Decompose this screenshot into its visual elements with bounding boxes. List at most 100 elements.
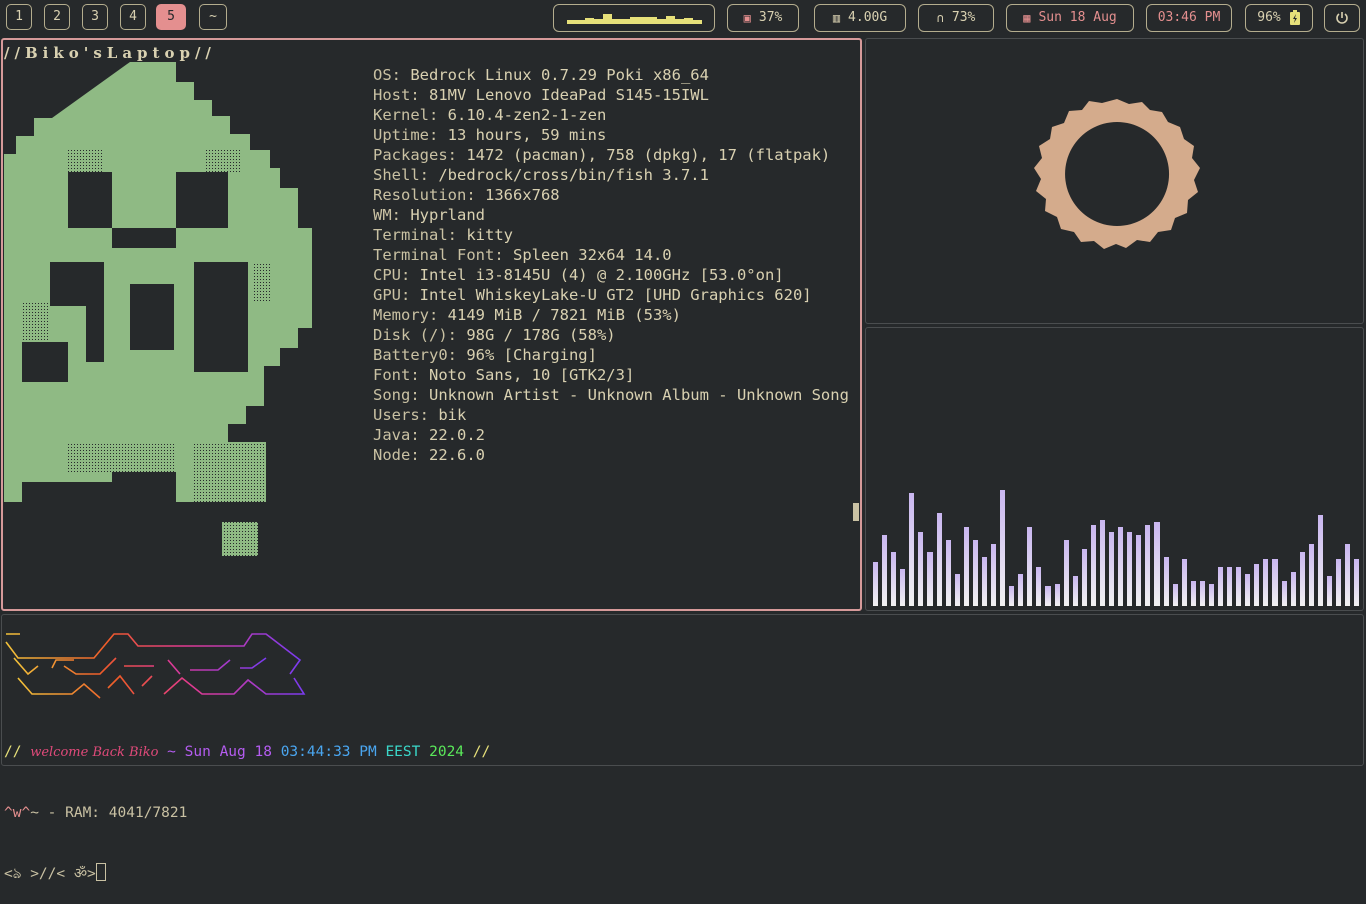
spectrum-bar <box>1308 544 1314 606</box>
spectrum-bar <box>1009 586 1015 606</box>
spectrum-bar <box>1072 576 1078 606</box>
spectrum-bar <box>918 532 924 606</box>
calendar-icon: ▦ <box>1023 11 1031 25</box>
spectrum-bar <box>1299 552 1305 606</box>
workspace-3-button[interactable]: 3 <box>82 4 108 30</box>
workspace-1-button[interactable]: 1 <box>6 4 32 30</box>
spectrum-bar <box>1090 525 1096 606</box>
spectrum-bars <box>873 360 1360 606</box>
scroll-indicator[interactable] <box>853 503 859 521</box>
spectrum-bar <box>1272 559 1278 606</box>
info-row-packages: Packages: 1472 (pacman), 758 (dpkg), 17 … <box>373 146 831 164</box>
info-row-song: Song: Unknown Artist - Unknown Album - U… <box>373 386 849 404</box>
spectrum-bar <box>1335 559 1342 606</box>
spectrum-bar <box>1245 574 1251 606</box>
info-row-wm: WM: Hyprland <box>373 206 485 224</box>
spectrum-bar <box>1281 581 1287 606</box>
circular-visualizer <box>1034 99 1200 249</box>
spectrum-bar <box>1018 574 1024 606</box>
info-row-uptime: Uptime: 13 hours, 59 mins <box>373 126 607 144</box>
memory-value: 4.00G <box>848 10 888 25</box>
spectrum-bar <box>1063 540 1069 606</box>
info-row-gpu: GPU: Intel WhiskeyLake-U GT2 [UHD Graphi… <box>373 286 812 304</box>
info-row-kernel: Kernel: 6.10.4-zen2-1-zen <box>373 106 607 124</box>
spectrum-bar <box>1254 564 1260 606</box>
spectrum-bar <box>963 527 969 606</box>
mini-visualizer <box>566 12 702 24</box>
headphones-icon: ∩ <box>936 11 944 25</box>
cpu-widget[interactable]: ▣ 37% <box>727 4 799 32</box>
greeting-line: // welcome Back Biko ~ Sun Aug 18 03:44:… <box>4 744 491 760</box>
spectrum-bar <box>891 552 897 606</box>
spectrum-bar <box>1263 559 1269 606</box>
spectrum-bar <box>1199 581 1205 606</box>
info-row-memory: Memory: 4149 MiB / 7821 MiB (53%) <box>373 306 681 324</box>
spectrum-bar <box>1290 572 1296 606</box>
spectrum-bar <box>1145 525 1151 606</box>
cpu-value: 37% <box>758 10 783 25</box>
spectrum-bar <box>1172 584 1178 606</box>
spectrum-bar <box>945 540 951 606</box>
ascii-art-logo <box>4 62 328 556</box>
power-button[interactable] <box>1324 4 1360 32</box>
workspace-scratch-button[interactable]: ~ <box>199 4 227 30</box>
clock-value: 03:46 PM <box>1157 10 1221 25</box>
volume-widget[interactable]: ∩ 73% <box>918 4 994 32</box>
spectrum-bar <box>936 513 942 606</box>
audio-visualizer-widget[interactable] <box>553 4 715 32</box>
info-row-terminal-font: Terminal Font: Spleen 32x64 14.0 <box>373 246 672 264</box>
info-row-os: OS: Bedrock Linux 0.7.29 Poki x86_64 <box>373 66 709 84</box>
memory-widget[interactable]: ▥ 4.00G <box>814 4 906 32</box>
spectrum-bar <box>1345 544 1351 606</box>
info-row-font: Font: Noto Sans, 10 [GTK2/3] <box>373 366 635 384</box>
text-cursor <box>95 863 106 881</box>
date-value: Sun 18 Aug <box>1038 10 1117 25</box>
spectrum-bar <box>900 569 906 606</box>
power-icon <box>1336 12 1348 24</box>
spectrum-bar <box>972 540 978 606</box>
spectrum-bar <box>1045 586 1051 606</box>
info-row-host: Host: 81MV Lenovo IdeaPad S145-15IWL <box>373 86 709 104</box>
spectrum-bar <box>1326 576 1332 606</box>
spectrum-bar <box>1000 490 1006 606</box>
spectrum-bar <box>1036 567 1042 606</box>
spectrum-bar <box>927 552 933 606</box>
spectrum-bar <box>1118 527 1124 606</box>
workspace-4-button[interactable]: 4 <box>120 4 146 30</box>
info-row-cpu: CPU: Intel i3-8145U (4) @ 2.100GHz [53.0… <box>373 266 784 284</box>
spectrum-bar <box>1354 559 1360 606</box>
info-row-disk: Disk (/): 98G / 178G (58%) <box>373 326 616 344</box>
workspace-5-button[interactable]: 5 <box>156 4 186 30</box>
spectrum-bar <box>1127 532 1133 606</box>
memory-icon: ▥ <box>832 11 841 25</box>
spectrum-bar <box>1181 559 1187 606</box>
spectrum-bar <box>1163 557 1169 606</box>
spectrum-bar <box>1027 527 1033 606</box>
shell-output: // welcome Back Biko ~ Sun Aug 18 03:44:… <box>4 702 490 904</box>
spectrum-bar <box>909 493 915 606</box>
spectrum-bar <box>954 574 960 606</box>
spectrum-bar <box>873 562 879 606</box>
info-row-java: Java: 22.0.2 <box>373 426 485 444</box>
info-row-users: Users: bik <box>373 406 467 424</box>
spectrum-bar <box>1227 567 1233 606</box>
info-row-terminal: Terminal: kitty <box>373 226 513 244</box>
system-info-list: OS: Bedrock Linux 0.7.29 Poki x86_64 Hos… <box>373 65 849 465</box>
spectrum-bar <box>981 557 988 606</box>
info-row-battery: Battery0: 96% [Charging] <box>373 346 597 364</box>
battery-widget[interactable]: 96% <box>1245 4 1313 32</box>
prompt-line[interactable]: <ঌ >//< ॐ> <box>4 863 490 884</box>
info-row-shell: Shell: /bedrock/cross/bin/fish 3.7.1 <box>373 166 709 184</box>
clock-widget[interactable]: 03:46 PM <box>1146 4 1232 32</box>
workspace-2-button[interactable]: 2 <box>44 4 70 30</box>
host-title: //Biko'sLaptop// <box>4 44 216 62</box>
date-widget[interactable]: ▦ Sun 18 Aug <box>1006 4 1134 32</box>
spectrum-bar <box>1054 584 1060 606</box>
spectrum-bar <box>1236 567 1242 606</box>
spectrum-bar <box>1136 535 1142 606</box>
spectrum-bar <box>1081 549 1087 606</box>
spectrum-bar <box>882 535 888 606</box>
top-bar: 1 2 3 4 5 ~ ▣ 37% ▥ 4.00G ∩ 73% ▦ Sun 18… <box>0 0 1366 36</box>
spectrum-bar <box>1109 532 1115 606</box>
spectrum-bar <box>1208 584 1214 606</box>
